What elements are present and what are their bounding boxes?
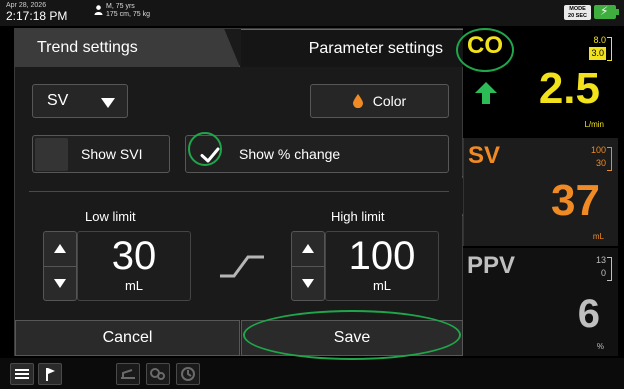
- ppv-value: 6: [577, 292, 600, 336]
- cancel-button[interactable]: Cancel: [15, 320, 240, 356]
- history-icon: [181, 367, 195, 381]
- ppv-unit: %: [596, 342, 604, 351]
- decrease-arrow-icon[interactable]: [54, 279, 66, 288]
- show-svi-toggle[interactable]: Show SVI: [32, 135, 170, 173]
- menu-button[interactable]: [10, 363, 34, 385]
- history-button[interactable]: [176, 363, 200, 385]
- date-text: Apr 28, 2026: [6, 2, 47, 9]
- sv-unit: mL: [592, 232, 604, 241]
- color-label: Color: [372, 93, 407, 109]
- save-button[interactable]: Save: [241, 320, 463, 356]
- co-parameter-tile[interactable]: CO 8.0 3.0 2.5 L/min: [463, 28, 618, 136]
- mode-value: 20 SEC: [568, 13, 587, 19]
- bed-icon: [121, 369, 135, 379]
- low-limit-value: 30: [111, 234, 157, 278]
- ppv-parameter-tile[interactable]: PPV 13 0 6 %: [463, 248, 618, 356]
- show-svi-label: Show SVI: [81, 146, 143, 162]
- co-value: 2.5: [538, 64, 600, 113]
- patient-info[interactable]: M, 75 yrs 175 cm, 75 kg: [94, 3, 150, 19]
- tab-parameter-label: Parameter settings: [308, 39, 443, 57]
- mode-button[interactable]: MODE 20 SEC: [564, 5, 591, 20]
- co-alarm-range: 8.0 3.0: [589, 34, 606, 60]
- mode-label: MODE: [569, 6, 586, 12]
- low-limit-label: Low limit: [85, 209, 136, 224]
- co-name: CO: [467, 32, 503, 59]
- tab-trend-label: Trend settings: [37, 39, 138, 56]
- patient-age: M, 75 yrs: [106, 3, 135, 10]
- high-limit-unit: mL: [372, 278, 392, 293]
- top-status-bar: Apr 28, 2026 2:17:18 PM M, 75 yrs 175 cm…: [0, 0, 624, 26]
- high-limit-control: 100 mL: [291, 231, 439, 301]
- color-button[interactable]: Color: [310, 84, 449, 118]
- sv-lower-limit: 30: [595, 158, 606, 168]
- time-text: 2:17:18 PM: [6, 9, 68, 23]
- menu-icon: [15, 369, 29, 379]
- flag-button[interactable]: [38, 363, 62, 385]
- settings-dialog: Trend settings Parameter settings SV Col…: [14, 28, 463, 356]
- divider: [29, 191, 449, 192]
- tab-trend-settings[interactable]: Trend settings: [15, 29, 240, 67]
- high-limit-value-box[interactable]: 100 mL: [325, 231, 439, 301]
- save-label: Save: [333, 329, 371, 346]
- datetime: Apr 28, 2026 2:17:18 PM: [6, 2, 67, 22]
- show-svi-checkbox[interactable]: [35, 138, 68, 171]
- ppv-name: PPV: [467, 252, 516, 279]
- ppv-upper-limit: 13: [595, 255, 606, 265]
- show-percent-change-label: Show % change: [239, 146, 341, 162]
- high-limit-stepper[interactable]: [291, 231, 326, 301]
- parameter-select[interactable]: SV: [32, 84, 128, 118]
- co-unit: L/min: [584, 120, 604, 129]
- low-limit-unit: mL: [124, 278, 144, 293]
- co-lower-limit: 3.0: [589, 47, 606, 60]
- co-upper-limit: 8.0: [593, 35, 606, 45]
- tab-parameter-settings[interactable]: Parameter settings: [241, 29, 463, 67]
- sv-alarm-range: 100 30: [591, 144, 606, 170]
- limit-range-icon: [220, 255, 264, 278]
- battery-icon: ⚡: [594, 4, 619, 19]
- sv-name: SV: [468, 142, 501, 169]
- bottom-toolbar: [0, 358, 624, 389]
- intervention-button[interactable]: [146, 363, 170, 385]
- increase-arrow-icon[interactable]: [302, 244, 314, 253]
- low-limit-control: 30 mL: [43, 231, 191, 301]
- intervention-icon: [150, 368, 165, 380]
- zero-button[interactable]: [116, 363, 140, 385]
- low-limit-stepper[interactable]: [43, 231, 78, 301]
- flag-icon: [46, 368, 55, 381]
- ppv-alarm-range: 13 0: [596, 254, 606, 280]
- trend-up-arrow-icon: [475, 82, 497, 104]
- show-percent-change-toggle[interactable]: Show % change: [185, 135, 449, 173]
- person-icon: [94, 5, 103, 15]
- decrease-arrow-icon[interactable]: [302, 279, 314, 288]
- high-limit-label: High limit: [331, 209, 385, 224]
- increase-arrow-icon[interactable]: [54, 244, 66, 253]
- sv-parameter-tile[interactable]: SV 100 30 37 mL: [463, 138, 618, 246]
- low-limit-value-box[interactable]: 30 mL: [77, 231, 191, 301]
- dropdown-arrow-icon: [101, 98, 115, 108]
- high-limit-value: 100: [348, 234, 416, 278]
- checkmark-icon[interactable]: [200, 145, 220, 165]
- sv-value: 37: [551, 176, 600, 225]
- patient-size: 175 cm, 75 kg: [106, 11, 150, 18]
- sv-upper-limit: 100: [590, 145, 606, 155]
- ppv-lower-limit: 0: [600, 268, 606, 278]
- parameter-select-value: SV: [47, 92, 69, 109]
- cancel-label: Cancel: [102, 329, 153, 346]
- color-drop-icon: [352, 94, 363, 108]
